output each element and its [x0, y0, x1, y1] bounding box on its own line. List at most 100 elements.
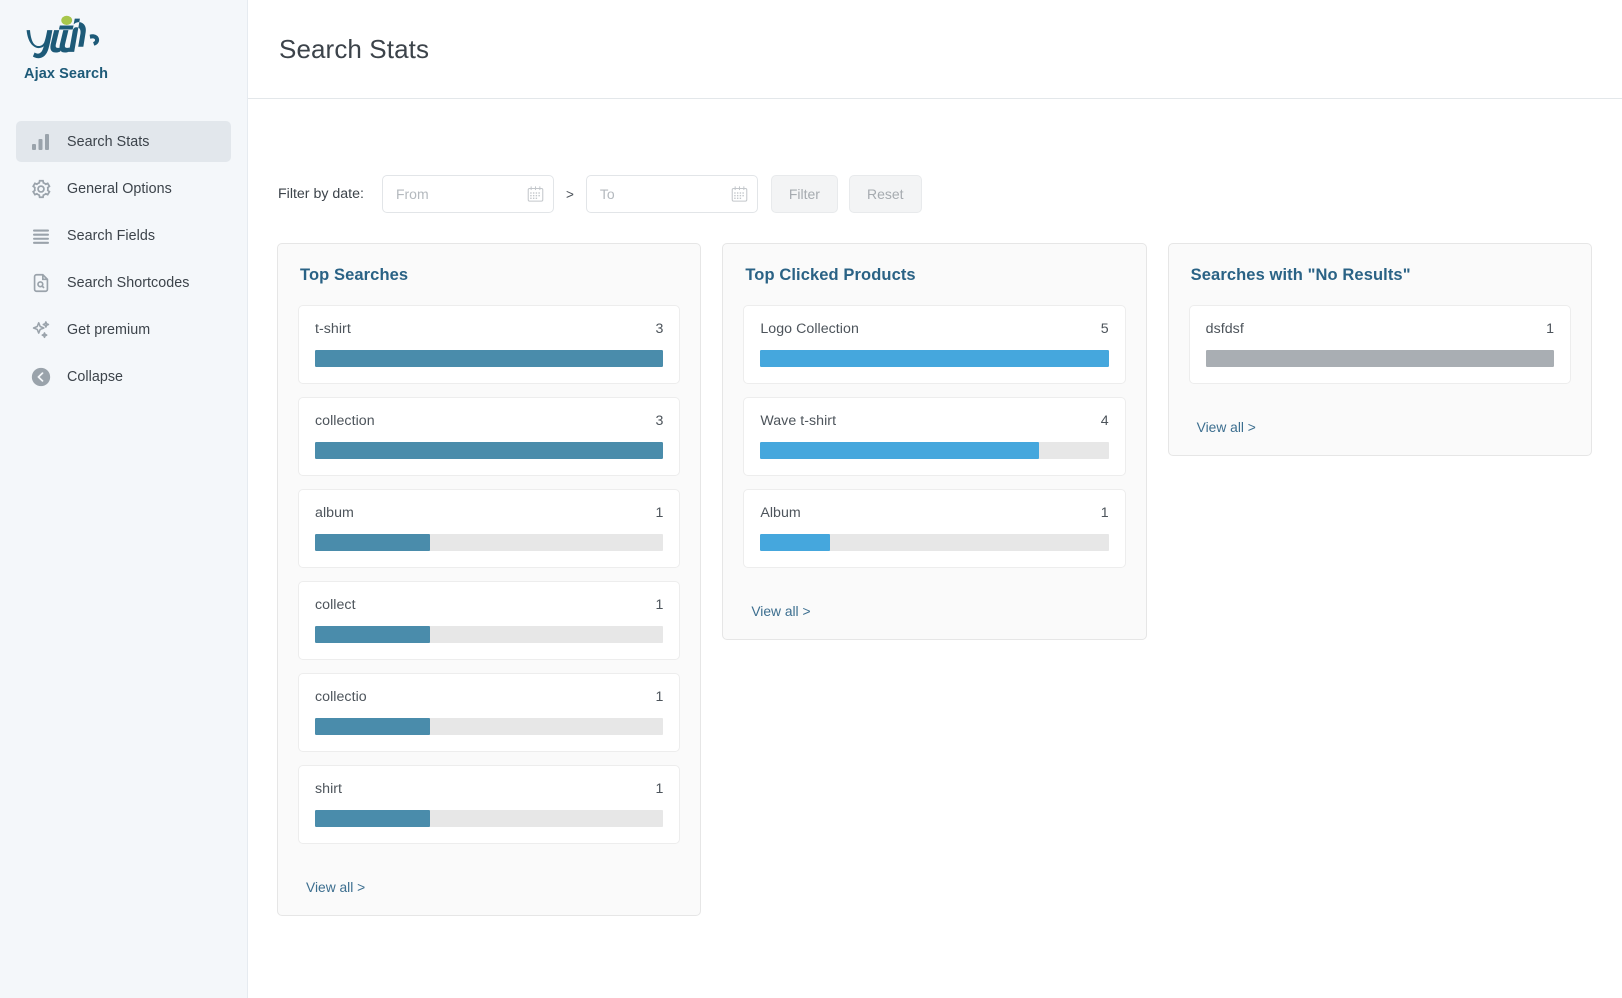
- bar-fill: [760, 534, 830, 551]
- page-header: Search Stats: [248, 0, 1622, 99]
- bar-track: [760, 442, 1109, 459]
- sidebar-item-search-fields[interactable]: Search Fields: [16, 215, 231, 256]
- list-item[interactable]: t-shirt 3: [298, 305, 681, 384]
- list-item[interactable]: dsfdsf 1: [1188, 305, 1571, 384]
- stat-label: album: [315, 505, 354, 521]
- bar-fill: [315, 718, 430, 735]
- stat-label: collect: [315, 597, 356, 613]
- list-item[interactable]: Album 1: [743, 489, 1126, 568]
- stat-count: 1: [1546, 321, 1554, 337]
- list-item[interactable]: collectio 1: [298, 673, 681, 752]
- bar-track: [315, 534, 664, 551]
- main-content: Search Stats Filter by date: From > To F…: [248, 0, 1622, 998]
- bar-fill: [315, 442, 664, 459]
- sidebar-item-search-stats[interactable]: Search Stats: [16, 121, 231, 162]
- stat-count: 1: [655, 781, 664, 797]
- app-root: Ajax Search Search Stats General Options…: [0, 0, 1622, 998]
- list-item[interactable]: album 1: [298, 489, 681, 568]
- date-from-input[interactable]: [381, 175, 554, 213]
- card-title: Searches with "No Results": [1190, 266, 1411, 284]
- stat-count: 3: [655, 413, 664, 429]
- date-to-field[interactable]: [585, 175, 758, 213]
- sidebar-item-search-shortcodes[interactable]: Search Shortcodes: [16, 262, 231, 303]
- sidebar-item-general-options[interactable]: General Options: [16, 168, 231, 209]
- stat-count: 5: [1100, 321, 1109, 337]
- date-to-input[interactable]: [585, 175, 758, 213]
- view-all-link[interactable]: View all >: [751, 604, 810, 619]
- bar-track: [760, 534, 1109, 551]
- bar-track: [315, 350, 664, 367]
- stat-label: shirt: [315, 781, 343, 797]
- list-item[interactable]: Wave t-shirt 4: [743, 397, 1126, 476]
- view-all-link[interactable]: View all >: [1197, 420, 1256, 435]
- date-filter-bar: Filter by date: From > To Filter Reset: [248, 99, 1622, 213]
- stat-label: t-shirt: [315, 321, 351, 337]
- bar-fill: [760, 350, 1109, 367]
- stat-count: 3: [655, 321, 664, 337]
- bar-fill: [315, 534, 430, 551]
- bar-track: [315, 810, 664, 827]
- stat-label: collection: [315, 413, 375, 429]
- view-all-wrapper: View all >: [743, 581, 1125, 621]
- stat-label: collectio: [315, 689, 367, 705]
- card-title: Top Clicked Products: [745, 266, 916, 284]
- bar-fill: [760, 442, 1039, 459]
- bar-track: [315, 442, 664, 459]
- filter-by-date-label: Filter by date:: [278, 186, 364, 202]
- view-all-wrapper: View all >: [1189, 397, 1571, 437]
- stats-columns: Top Searches t-shirt 3 collection 3 albu…: [248, 213, 1622, 916]
- sidebar-item-label: Search Stats: [67, 133, 150, 150]
- sidebar-item-label: Search Fields: [67, 227, 156, 244]
- view-all-link[interactable]: View all >: [306, 880, 365, 895]
- stat-count: 4: [1100, 413, 1109, 429]
- content-area: Filter by date: From > To Filter Reset T…: [248, 99, 1622, 998]
- stat-count: 1: [655, 689, 664, 705]
- bar-chart-icon: [30, 131, 52, 153]
- gear-icon: [30, 178, 52, 200]
- list-item[interactable]: shirt 1: [298, 765, 681, 844]
- document-search-icon: [30, 272, 52, 294]
- list-item[interactable]: collect 1: [298, 581, 681, 660]
- sidebar-nav: Search Stats General Options Search Fiel…: [0, 121, 247, 397]
- sidebar-item-label: Collapse: [67, 368, 124, 385]
- bar-track: [315, 718, 664, 735]
- sidebar-item-label: Search Shortcodes: [67, 274, 190, 291]
- date-range-separator: >: [565, 186, 574, 202]
- bar-fill: [315, 810, 430, 827]
- list-item[interactable]: collection 3: [298, 397, 681, 476]
- sidebar-item-label: General Options: [67, 180, 172, 197]
- bar-fill: [315, 626, 430, 643]
- filter-button[interactable]: Filter: [770, 175, 838, 213]
- card-top-searches: Top Searches t-shirt 3 collection 3 albu…: [277, 243, 702, 916]
- bar-fill: [315, 350, 664, 367]
- card-top-clicked-products: Top Clicked Products Logo Collection 5 W…: [722, 243, 1147, 640]
- stat-count: 1: [655, 597, 664, 613]
- sidebar-item-collapse[interactable]: Collapse: [16, 356, 231, 397]
- brand-subtitle: Ajax Search: [24, 66, 109, 82]
- stat-label: Logo Collection: [760, 321, 859, 337]
- arrow-left-circle-icon: [30, 366, 52, 388]
- stat-label: Wave t-shirt: [760, 413, 837, 429]
- list-lines-icon: [30, 225, 52, 247]
- view-all-wrapper: View all >: [298, 857, 680, 897]
- bar-track: [1205, 350, 1554, 367]
- sidebar: Ajax Search Search Stats General Options…: [0, 0, 248, 998]
- card-searches-no-results: Searches with "No Results" dsfdsf 1 View…: [1167, 243, 1592, 456]
- page-title: Search Stats: [279, 33, 430, 64]
- brand: Ajax Search: [0, 0, 247, 82]
- stat-count: 1: [1100, 505, 1109, 521]
- bar-track: [760, 350, 1109, 367]
- sparkles-icon: [30, 319, 52, 341]
- bar-fill: [1205, 350, 1554, 367]
- sidebar-item-get-premium[interactable]: Get premium: [16, 309, 231, 350]
- stat-label: dsfdsf: [1205, 321, 1244, 337]
- card-title: Top Searches: [300, 266, 409, 284]
- stat-count: 1: [655, 505, 664, 521]
- list-item[interactable]: Logo Collection 5: [743, 305, 1126, 384]
- sidebar-item-label: Get premium: [67, 321, 151, 338]
- reset-button[interactable]: Reset: [848, 175, 922, 213]
- yith-logo-icon: [26, 15, 100, 59]
- bar-track: [315, 626, 664, 643]
- date-from-field[interactable]: [381, 175, 554, 213]
- stat-label: Album: [760, 505, 801, 521]
